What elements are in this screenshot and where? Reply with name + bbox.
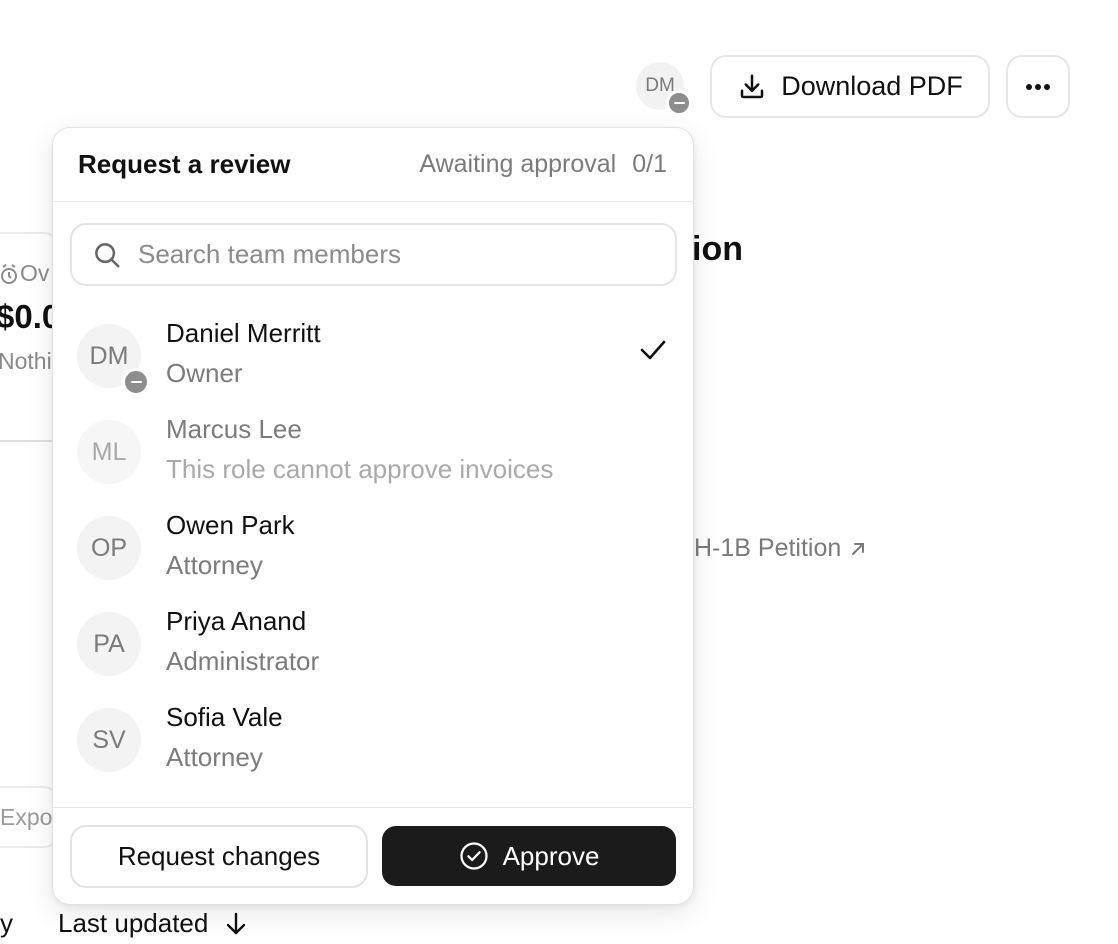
avatar: OP — [77, 516, 141, 580]
approval-status-label: Awaiting approval — [419, 150, 617, 178]
overdue-label: Ov — [0, 260, 49, 287]
approval-count: 0/1 — [632, 150, 667, 178]
request-review-popover: Request a review Awaiting approval 0/1 D… — [52, 127, 694, 905]
overdue-note: Nothi — [0, 348, 52, 374]
sort-label: Last updated — [58, 908, 209, 938]
search-team-members-field[interactable] — [70, 223, 677, 286]
arrow-up-right-icon — [852, 542, 865, 555]
member-row-marcus-lee: ML Marcus Lee This role cannot approve i… — [53, 402, 693, 498]
member-row-daniel-merritt[interactable]: DM Daniel Merritt Owner — [53, 306, 693, 402]
busy-status-icon — [122, 368, 150, 396]
export-label: Expo — [0, 804, 53, 830]
member-name: Priya Anand — [166, 606, 307, 636]
popover-footer: Request changes Approve — [53, 807, 693, 904]
member-name: Owen Park — [166, 510, 295, 540]
checkmark-icon — [640, 340, 666, 360]
current-user-avatar[interactable]: DM — [636, 62, 692, 116]
request-changes-button[interactable]: Request changes — [70, 825, 368, 888]
popover-title: Request a review — [78, 149, 291, 179]
member-name: Sofia Vale — [166, 702, 283, 732]
avatar: ML — [77, 420, 141, 484]
download-pdf-button[interactable]: Download PDF — [710, 55, 990, 118]
sort-by-label: y — [0, 908, 13, 938]
search-icon — [95, 242, 120, 267]
avatar: PA — [77, 612, 141, 676]
alarm-clock-icon — [1, 263, 17, 284]
member-row-owen-park[interactable]: OP Owen Park Attorney — [53, 498, 693, 594]
member-row-sofia-vale[interactable]: SV Sofia Vale Attorney — [53, 690, 693, 786]
member-role: Administrator — [166, 646, 320, 676]
export-button[interactable]: Expo — [0, 786, 58, 848]
member-row-priya-anand[interactable]: PA Priya Anand Administrator — [53, 594, 693, 690]
avatar: SV — [77, 708, 141, 772]
search-input[interactable] — [138, 239, 638, 270]
member-role: Attorney — [166, 742, 263, 772]
avatar: DM — [77, 324, 150, 396]
matter-link[interactable]: H-1B Petition — [694, 534, 867, 563]
page-section-heading: ion — [692, 230, 743, 268]
member-name: Marcus Lee — [166, 414, 302, 444]
arrow-down-icon — [227, 912, 246, 934]
member-name: Daniel Merritt — [166, 318, 321, 348]
more-horizontal-icon — [1026, 83, 1050, 90]
approval-status: Awaiting approval 0/1 — [419, 150, 667, 179]
popover-header: Request a review Awaiting approval 0/1 — [53, 128, 693, 202]
member-role: Owner — [166, 358, 243, 388]
more-options-button[interactable] — [1006, 55, 1070, 118]
member-role-note: This role cannot approve invoices — [166, 454, 554, 484]
download-pdf-label: Download PDF — [781, 71, 963, 101]
sort-last-updated-button[interactable]: Last updated — [58, 908, 248, 939]
approve-label: Approve — [502, 840, 600, 871]
team-member-list: DM Daniel Merritt Owner ML Marcus Lee Th… — [53, 306, 693, 786]
member-role: Attorney — [166, 550, 263, 580]
check-circle-icon — [459, 842, 488, 870]
approve-button[interactable]: Approve — [382, 826, 676, 886]
busy-status-icon — [666, 90, 692, 116]
download-icon — [740, 74, 764, 98]
matter-link-label: H-1B Petition — [694, 534, 842, 562]
